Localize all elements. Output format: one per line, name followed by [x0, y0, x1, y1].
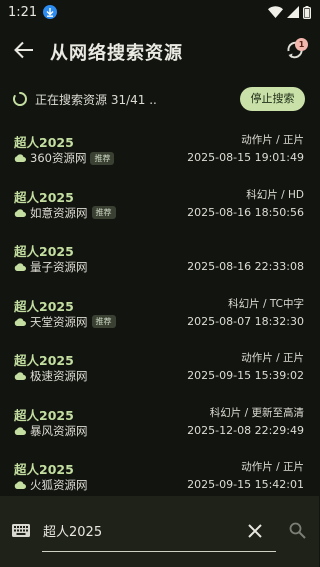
list-item[interactable]: 超人2025 科幻片 / HD 如意资源网 推荐 2025-08-16 18:5…	[0, 181, 319, 236]
status-left: 1:21	[8, 4, 58, 20]
recommended-badge: 推荐	[90, 151, 115, 165]
source-name: 360资源网	[30, 151, 87, 165]
result-category: 动作片 / 正片	[241, 461, 304, 473]
result-time: 2025-08-07 18:32:30	[187, 314, 304, 328]
result-title: 超人2025	[14, 298, 74, 314]
signal-icon	[287, 6, 299, 18]
recommended-badge: 推荐	[91, 315, 116, 328]
stop-search-button[interactable]: 停止搜索	[240, 87, 305, 111]
progress-text: 正在搜索资源 31/41 ..	[35, 93, 157, 107]
search-input-underline	[42, 551, 276, 552]
status-right	[268, 5, 311, 19]
keyboard-icon[interactable]	[12, 524, 30, 537]
source-name: 火狐资源网	[30, 478, 88, 492]
result-source: 360资源网 推荐	[14, 150, 115, 166]
arrow-left-icon	[14, 41, 33, 59]
battery-icon	[303, 5, 311, 19]
status-time: 1:21	[8, 4, 38, 20]
clear-icon[interactable]	[247, 523, 263, 539]
notification-badge: 1	[295, 38, 308, 51]
cloud-icon	[14, 426, 26, 435]
source-name: 极速资源网	[30, 369, 88, 383]
search-bar	[0, 496, 319, 567]
source-name: 暴风资源网	[30, 423, 88, 438]
result-source: 如意资源网 推荐	[14, 205, 116, 221]
result-time: 2025-08-16 22:33:08	[187, 260, 304, 273]
list-item[interactable]: 超人2025 动作片 / 正片 极速资源网 2025-09-15 15:39:0…	[0, 344, 319, 399]
result-title: 超人2025	[14, 135, 74, 150]
cloud-icon	[14, 481, 26, 489]
cloud-icon	[14, 154, 26, 162]
source-name: 天堂资源网	[30, 314, 88, 329]
search-input[interactable]	[43, 518, 243, 542]
list-item[interactable]: 超人2025 动作片 / 正片 360资源网 推荐 2025-08-15 19:…	[0, 126, 319, 181]
result-time: 2025-09-15 15:39:02	[187, 369, 304, 382]
result-source: 天堂资源网 推荐	[14, 314, 116, 330]
back-button[interactable]	[12, 38, 36, 62]
result-title: 超人2025	[14, 244, 74, 259]
cloud-icon	[14, 317, 26, 326]
result-time: 2025-12-08 22:29:49	[187, 423, 304, 437]
download-icon	[43, 5, 58, 19]
result-title: 超人2025	[14, 189, 74, 205]
app-bar: 从网络搜索资源	[0, 30, 319, 70]
result-title: 超人2025	[14, 462, 74, 477]
result-title: 超人2025	[14, 407, 74, 423]
result-time: 2025-08-15 19:01:49	[187, 151, 304, 164]
list-item[interactable]: 超人2025 动作片 / 正片 火狐资源网 2025-09-15 15:42:0…	[0, 453, 319, 496]
loading-spinner-icon	[13, 92, 27, 106]
search-icon[interactable]	[289, 522, 306, 539]
result-source: 量子资源网	[14, 259, 88, 275]
result-category: 科幻片 / HD	[246, 188, 304, 201]
page-title: 从网络搜索资源	[50, 43, 183, 64]
result-source: 暴风资源网	[14, 423, 88, 439]
result-category: 动作片 / 正片	[241, 134, 304, 146]
result-source: 火狐资源网	[14, 477, 88, 493]
list-item[interactable]: 超人2025 科幻片 / TC中字 天堂资源网 推荐 2025-08-07 18…	[0, 290, 319, 345]
result-category: 科幻片 / 更新至高清	[209, 406, 304, 419]
result-time: 2025-08-16 18:50:56	[187, 205, 304, 219]
list-item[interactable]: 超人2025 科幻片 / 更新至高清 暴风资源网 2025-12-08 22:2…	[0, 399, 319, 454]
result-category: 科幻片 / TC中字	[228, 297, 304, 310]
recommended-badge: 推荐	[91, 206, 116, 219]
results-list: 超人2025 动作片 / 正片 360资源网 推荐 2025-08-15 19:…	[0, 126, 319, 496]
cloud-icon	[14, 263, 26, 271]
list-item[interactable]: 超人2025 量子资源网 2025-08-16 22:33:08	[0, 235, 319, 290]
result-source: 极速资源网	[14, 368, 88, 384]
result-time: 2025-09-15 15:42:01	[187, 478, 304, 491]
source-name: 如意资源网	[30, 205, 88, 220]
source-name: 量子资源网	[30, 260, 88, 274]
cloud-icon	[14, 372, 26, 380]
result-title: 超人2025	[14, 353, 74, 368]
wifi-icon	[268, 6, 283, 18]
result-category: 动作片 / 正片	[241, 352, 304, 364]
cloud-icon	[14, 208, 26, 217]
search-progress: 正在搜索资源 31/41 .. 停止搜索	[0, 84, 319, 114]
status-bar: 1:21	[0, 0, 319, 24]
